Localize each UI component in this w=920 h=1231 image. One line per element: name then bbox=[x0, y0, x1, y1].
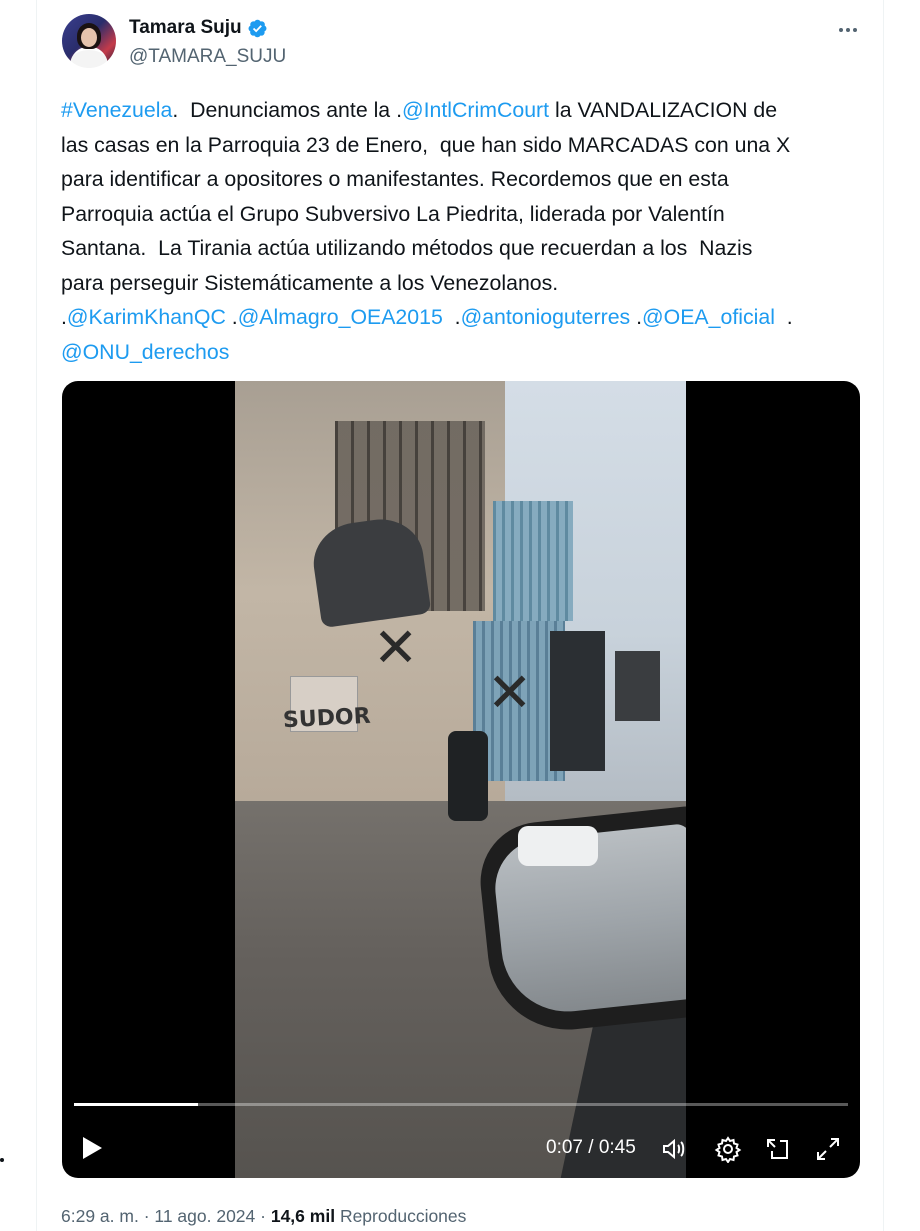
author-display-name[interactable]: Tamara Suju bbox=[129, 17, 242, 39]
pip-icon[interactable] bbox=[764, 1135, 792, 1163]
video-dark-window bbox=[550, 631, 605, 771]
video-dark-window-2 bbox=[615, 651, 660, 721]
video-player[interactable]: ✕ ✕ SUDOR 0:07 / 0:45 bbox=[62, 381, 860, 1178]
video-motorcycle bbox=[448, 731, 488, 821]
meta-separator: · bbox=[255, 1206, 271, 1226]
tweet-text-line: .@KarimKhanQC .@Almagro_OEA2015 .@antoni… bbox=[61, 300, 861, 335]
video-frame[interactable]: ✕ ✕ SUDOR bbox=[235, 381, 686, 1178]
tweet-text-segment: para perseguir Sistemáticamente a los Ve… bbox=[61, 270, 559, 295]
play-icon[interactable] bbox=[80, 1135, 104, 1161]
avatar-shirt bbox=[71, 50, 107, 68]
views-label: Reproducciones bbox=[339, 1206, 467, 1226]
tweet-text-segment: . bbox=[225, 305, 238, 329]
tweet-text-segment: la VANDALIZACION de bbox=[549, 98, 778, 122]
author-handle[interactable]: @TAMARA_SUJU bbox=[129, 46, 286, 68]
meta-separator: · bbox=[138, 1206, 155, 1226]
tweet-text-segment: . bbox=[630, 305, 643, 329]
video-progress-bar[interactable] bbox=[74, 1103, 848, 1106]
tweet-text-segment: . Denunciamos ante la . bbox=[172, 98, 402, 122]
video-progress-fill bbox=[74, 1103, 198, 1106]
settings-icon[interactable] bbox=[714, 1135, 742, 1163]
author-name-row[interactable]: Tamara Suju bbox=[129, 17, 268, 39]
more-horizontal-icon[interactable] bbox=[836, 18, 860, 42]
tweet-text-segment: las casas en la Parroquia 23 de Enero, q… bbox=[61, 132, 791, 157]
tweet-meta: 6:29 a. m. · 11 ago. 2024 · 14,6 mil Rep… bbox=[61, 1206, 466, 1227]
tweet-text-segment: Santana. La Tirania actúa utilizando mét… bbox=[61, 236, 753, 260]
video-x-mark: ✕ bbox=[487, 661, 533, 724]
mention-link[interactable]: @IntlCrimCourt bbox=[402, 98, 549, 122]
mention-link[interactable]: @Almagro_OEA2015 bbox=[238, 305, 443, 329]
tweet-text-line: Parroquia actúa el Grupo Subversivo La P… bbox=[61, 197, 861, 232]
mention-link[interactable]: @antonioguterres bbox=[461, 305, 631, 329]
tweet-date[interactable]: 11 ago. 2024 bbox=[154, 1206, 255, 1226]
mention-link[interactable]: @OEA_oficial bbox=[642, 305, 775, 329]
video-time-display: 0:07 / 0:45 bbox=[546, 1137, 636, 1158]
page-dot bbox=[0, 1158, 4, 1162]
tweet-text-line: @ONU_derechos bbox=[61, 335, 861, 370]
mention-link[interactable]: @KarimKhanQC bbox=[67, 305, 226, 329]
tweet-text-line: #Venezuela. Denunciamos ante la .@IntlCr… bbox=[61, 93, 861, 128]
view-count: 14,6 mil bbox=[270, 1206, 336, 1226]
fullscreen-icon[interactable] bbox=[814, 1135, 842, 1163]
mention-link[interactable]: @ONU_derechos bbox=[61, 340, 229, 364]
tweet-text: #Venezuela. Denunciamos ante la .@IntlCr… bbox=[61, 93, 861, 369]
video-controls: 0:07 / 0:45 bbox=[62, 1129, 860, 1169]
avatar-face bbox=[81, 28, 97, 47]
tweet-text-line: Santana. La Tirania actúa utilizando mét… bbox=[61, 231, 861, 266]
tweet-text-line: para perseguir Sistemáticamente a los Ve… bbox=[61, 266, 861, 301]
video-x-mark: ✕ bbox=[373, 616, 419, 679]
tweet-text-segment: . bbox=[442, 305, 461, 329]
video-blue-door-top bbox=[493, 501, 573, 621]
video-mirror-car bbox=[518, 826, 598, 866]
tweet-text-line: las casas en la Parroquia 23 de Enero, q… bbox=[61, 128, 861, 163]
tweet-text-segment: para identificar a opositores o manifest… bbox=[61, 167, 729, 191]
video-sign-text: SUDOR bbox=[282, 703, 372, 734]
tweet-time[interactable]: 6:29 a. m. bbox=[61, 1206, 139, 1226]
tweet-text-segment: Parroquia actúa el Grupo Subversivo La P… bbox=[61, 201, 725, 226]
verified-badge-icon bbox=[248, 19, 267, 37]
tweet-text-line: para identificar a opositores o manifest… bbox=[61, 162, 861, 197]
hashtag-link[interactable]: #Venezuela bbox=[61, 98, 172, 122]
avatar[interactable] bbox=[62, 14, 116, 68]
volume-icon[interactable] bbox=[660, 1135, 688, 1163]
tweet-text-segment: . bbox=[774, 305, 793, 329]
